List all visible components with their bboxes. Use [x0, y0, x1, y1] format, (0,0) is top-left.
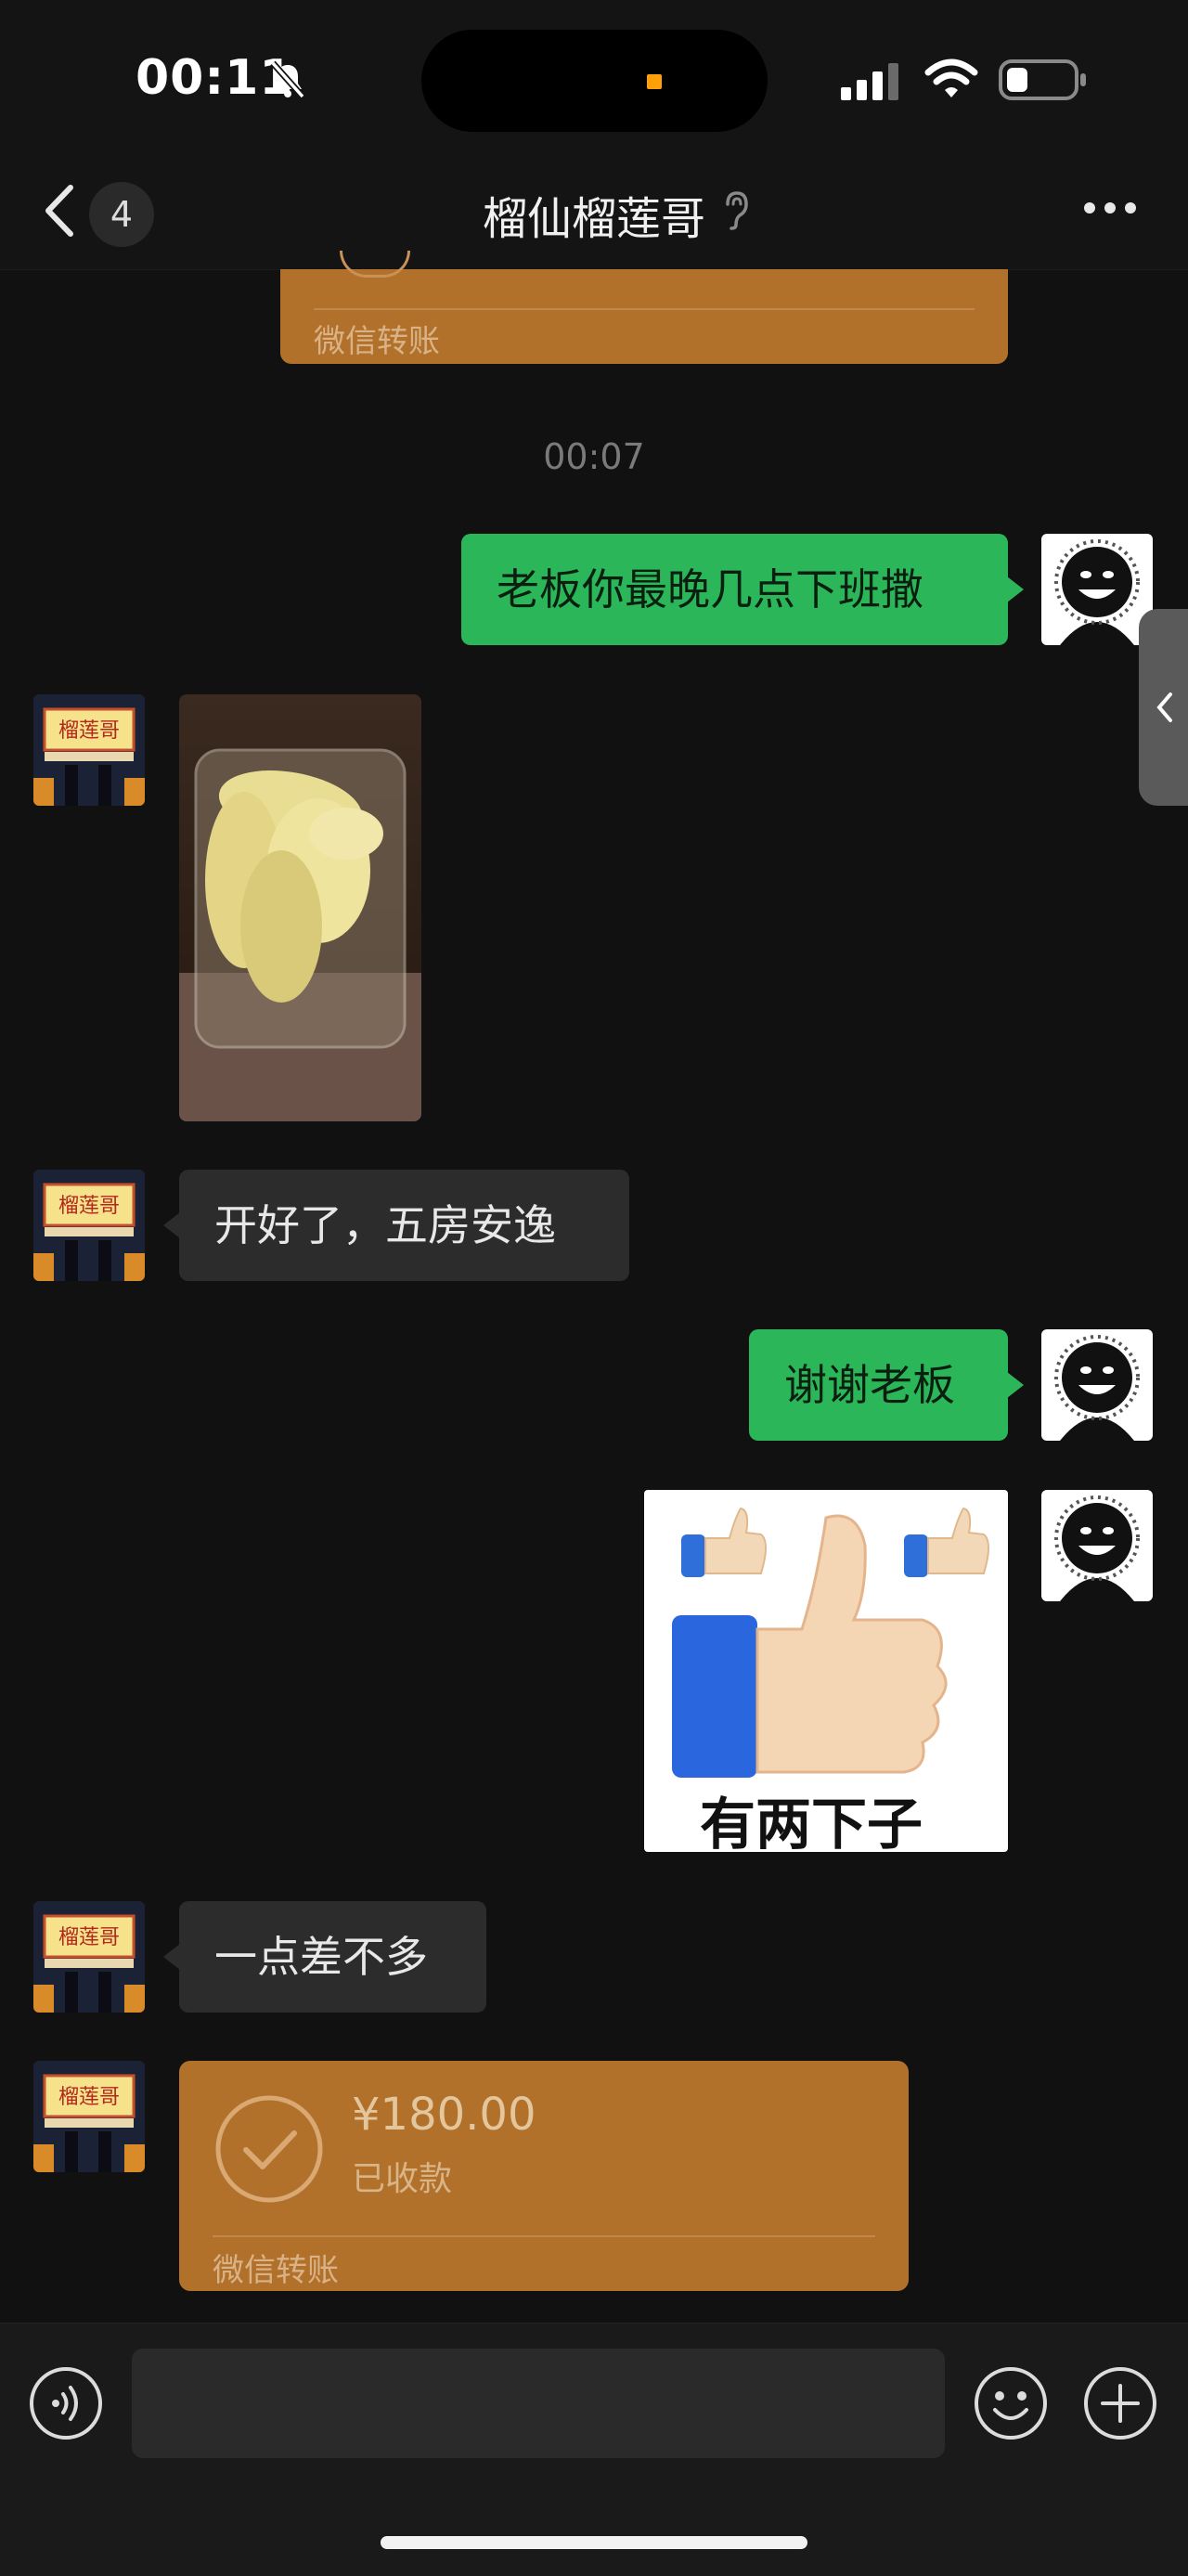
divider: [213, 2235, 875, 2237]
transfer-status: 已收款: [352, 2160, 453, 2198]
shop-sign-text: 榴莲哥: [58, 2086, 120, 2109]
transfer-footer: 微信转账: [314, 323, 440, 360]
transfer-card[interactable]: ¥180.00 已收款 微信转账: [179, 2061, 909, 2291]
wifi-icon: [924, 58, 978, 97]
outgoing-message[interactable]: 老板你最晚几点下班撒: [461, 534, 1008, 645]
incoming-message[interactable]: 一点差不多: [179, 1901, 486, 2013]
incoming-message[interactable]: 开好了，五房安逸: [179, 1170, 629, 1281]
bell-slash-icon: [270, 60, 305, 99]
sticker-caption: 有两下子: [700, 1793, 923, 1852]
my-avatar[interactable]: [1041, 1490, 1153, 1601]
divider: [314, 308, 975, 310]
message-text: 开好了，五房安逸: [214, 1200, 556, 1250]
chat-title: 榴仙榴莲哥: [482, 193, 705, 245]
bubble-tail: [1007, 1372, 1024, 1398]
shop-sign-text: 榴莲哥: [58, 1926, 120, 1949]
transfer-footer: 微信转账: [213, 2252, 339, 2289]
message-text: 一点差不多: [214, 1932, 428, 1982]
message-text: 谢谢老板: [784, 1360, 955, 1410]
battery-icon: [999, 59, 1086, 100]
my-avatar[interactable]: [1041, 1329, 1153, 1441]
voice-input-icon[interactable]: [28, 2365, 104, 2441]
bubble-tail: [163, 1944, 180, 1970]
durian-photo[interactable]: [179, 694, 421, 1121]
bubble-tail: [163, 1212, 180, 1238]
emoji-icon[interactable]: [973, 2365, 1049, 2441]
thumbs-up-sticker[interactable]: 有两下子: [644, 1490, 1008, 1852]
add-icon[interactable]: [1082, 2365, 1158, 2441]
time-separator: 00:07: [543, 436, 645, 477]
more-options-icon[interactable]: [1082, 199, 1138, 217]
transfer-icon-partial: [340, 251, 410, 278]
transfer-amount: ¥180.00: [352, 2089, 536, 2141]
shop-sign-text: 榴莲哥: [58, 719, 120, 743]
cellular-signal-icon: [841, 63, 898, 100]
outgoing-message[interactable]: 谢谢老板: [749, 1329, 1008, 1441]
privacy-indicator: [647, 74, 662, 89]
shop-sign-text: 榴莲哥: [58, 1195, 120, 1218]
ear-icon: [726, 191, 748, 230]
chevron-left-icon: [1156, 693, 1172, 722]
contact-avatar[interactable]: 榴莲哥: [33, 1901, 145, 2013]
thumbs-up-icon: [672, 1507, 989, 1778]
my-avatar[interactable]: [1041, 534, 1153, 645]
contact-avatar[interactable]: 榴莲哥: [33, 2061, 145, 2172]
dynamic-island: [421, 30, 768, 132]
contact-avatar[interactable]: 榴莲哥: [33, 1170, 145, 1281]
home-indicator[interactable]: [381, 2536, 807, 2549]
contact-avatar[interactable]: 榴莲哥: [33, 694, 145, 806]
message-text: 老板你最晚几点下班撒: [497, 564, 923, 615]
message-input[interactable]: [132, 2349, 945, 2458]
checkmark-circle-icon: [215, 2095, 323, 2203]
bubble-tail: [1007, 576, 1024, 602]
transfer-card-top[interactable]: 微信转账: [280, 251, 1008, 364]
